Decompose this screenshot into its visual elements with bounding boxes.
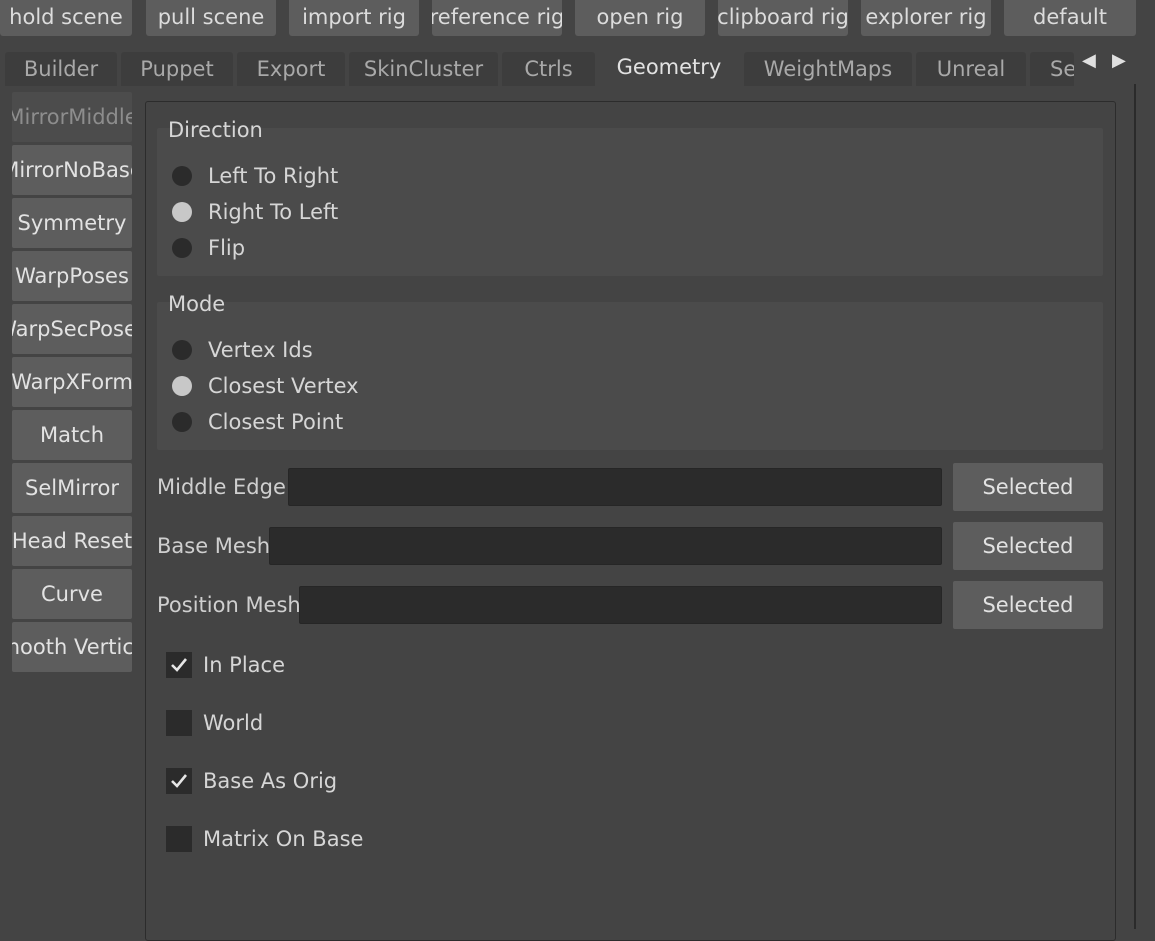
direction-title: Direction (168, 118, 263, 142)
tab-skincluster[interactable]: SkinCluster (349, 52, 498, 86)
hold-scene-button[interactable]: hold scene (0, 0, 132, 36)
tab-weightmaps[interactable]: WeightMaps (744, 52, 912, 86)
sidebar-item-sel-mirror[interactable]: SelMirror (12, 463, 132, 513)
position-mesh-input[interactable] (299, 586, 942, 624)
radio-right-to-left[interactable]: Right To Left (172, 197, 338, 227)
sidebar-item-match[interactable]: Match (12, 410, 132, 460)
world-checkbox[interactable] (166, 710, 192, 736)
in-place-option[interactable]: In Place (166, 652, 285, 678)
matrix-on-base-checkbox[interactable] (166, 826, 192, 852)
tab-scroll-left-icon[interactable]: ◀ (1082, 50, 1096, 71)
position-mesh-label: Position Mesh (157, 593, 301, 617)
middle-edge-input[interactable] (288, 468, 942, 506)
tab-geometry[interactable]: Geometry (598, 48, 740, 86)
position-mesh-selected-button[interactable]: Selected (953, 581, 1103, 629)
tab-scroll-right-icon[interactable]: ▶ (1112, 50, 1126, 71)
radio-closest-point[interactable]: Closest Point (172, 407, 343, 437)
tab-overflow[interactable]: Se (1030, 52, 1074, 86)
tab-export[interactable]: Export (237, 52, 345, 86)
radio-flip[interactable]: Flip (172, 233, 245, 263)
middle-edge-selected-button[interactable]: Selected (953, 463, 1103, 511)
default-button[interactable]: default (1004, 0, 1136, 36)
base-mesh-input[interactable] (269, 527, 942, 565)
explorer-rig-button[interactable]: explorer rig (861, 0, 991, 36)
reference-rig-button[interactable]: reference rig (432, 0, 562, 36)
sidebar-item-warp-xform[interactable]: WarpXForm (12, 357, 132, 407)
base-as-orig-label: Base As Orig (203, 769, 338, 793)
in-place-label: In Place (203, 653, 286, 677)
radio-left-to-right[interactable]: Left To Right (172, 161, 338, 191)
checkmark-icon (171, 774, 188, 788)
sidebar-item-symmetry[interactable]: Symmetry (12, 198, 132, 248)
checkmark-icon (171, 658, 188, 672)
radio-button-selected[interactable] (172, 202, 192, 222)
sidebar-item-warp-poses[interactable]: WarpPoses (12, 251, 132, 301)
open-rig-button[interactable]: open rig (575, 0, 705, 36)
radio-button[interactable] (172, 340, 192, 360)
import-rig-button[interactable]: import rig (289, 0, 419, 36)
radio-button[interactable] (172, 238, 192, 258)
in-place-checkbox[interactable] (166, 652, 192, 678)
sidebar-item-curve[interactable]: Curve (12, 569, 132, 619)
base-as-orig-option[interactable]: Base As Orig (166, 768, 337, 794)
radio-label: Closest Vertex (208, 374, 359, 398)
radio-label: Left To Right (208, 164, 339, 188)
tab-unreal[interactable]: Unreal (916, 52, 1026, 86)
base-mesh-label: Base Mesh (157, 534, 271, 558)
sidebar-item-mirror-no-base[interactable]: MirrorNoBase (12, 145, 132, 195)
sidebar-item-mirror-middle[interactable]: MirrorMiddle (12, 92, 132, 142)
clipboard-rig-button[interactable]: clipboard rig (718, 0, 848, 36)
top-toolbar: hold scene pull scene import rig referen… (0, 0, 1155, 42)
middle-edge-label: Middle Edge (157, 475, 286, 499)
radio-button[interactable] (172, 412, 192, 432)
sidebar-item-smooth-vertices[interactable]: Smooth Vertices (12, 622, 132, 672)
radio-label: Right To Left (208, 200, 339, 224)
mode-title: Mode (168, 292, 226, 316)
radio-closest-vertex[interactable]: Closest Vertex (172, 371, 359, 401)
radio-label: Closest Point (208, 410, 344, 434)
world-option[interactable]: World (166, 710, 263, 736)
matrix-on-base-option[interactable]: Matrix On Base (166, 826, 363, 852)
tab-ctrls[interactable]: Ctrls (502, 52, 595, 86)
base-mesh-selected-button[interactable]: Selected (953, 522, 1103, 570)
radio-label: Flip (208, 236, 246, 260)
tab-bar: Builder Puppet Export SkinCluster Ctrls … (0, 48, 1155, 86)
radio-label: Vertex Ids (208, 338, 313, 362)
radio-vertex-ids[interactable]: Vertex Ids (172, 335, 313, 365)
pull-scene-button[interactable]: pull scene (146, 0, 276, 36)
base-as-orig-checkbox[interactable] (166, 768, 192, 794)
matrix-on-base-label: Matrix On Base (203, 827, 364, 851)
sidebar-item-head-reset[interactable]: Head Reset (12, 516, 132, 566)
radio-button[interactable] (172, 166, 192, 186)
tab-builder[interactable]: Builder (5, 52, 117, 86)
radio-button-selected[interactable] (172, 376, 192, 396)
tab-puppet[interactable]: Puppet (121, 52, 233, 86)
sidebar-item-warp-sec-poses[interactable]: WarpSecPoses (12, 304, 132, 354)
world-label: World (203, 711, 264, 735)
